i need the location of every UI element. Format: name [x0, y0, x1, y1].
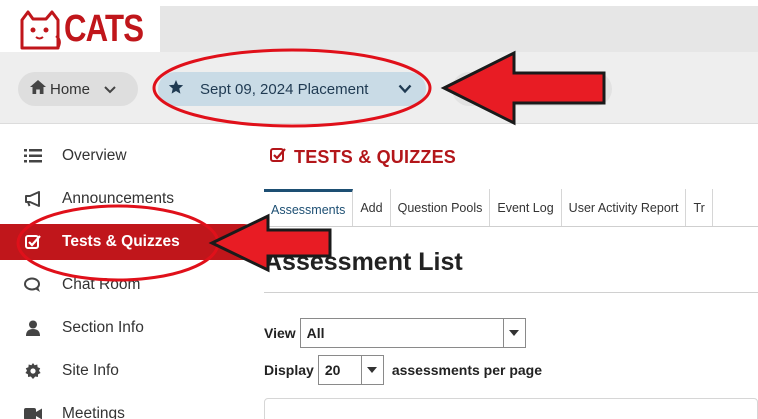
view-filter-row: View All: [264, 318, 526, 348]
current-site-button[interactable]: Sept 09, 2024 Placement: [158, 72, 426, 106]
sidebar-item-meetings[interactable]: Meetings: [0, 396, 246, 419]
tab-user-activity-report[interactable]: User Activity Report: [561, 189, 687, 226]
tool-tabs: Assessments Add Question Pools Event Log…: [264, 189, 758, 227]
tab-add[interactable]: Add: [353, 189, 391, 226]
chevron-down-icon[interactable]: [398, 81, 412, 98]
sidebar-item-label: Announcements: [62, 190, 175, 207]
home-button[interactable]: Home: [18, 72, 138, 106]
sidebar-item-label: Chat Room: [62, 276, 141, 293]
cats-logo[interactable]: CATS: [18, 6, 161, 50]
home-label: Home: [50, 80, 91, 98]
tab-event-log[interactable]: Event Log: [490, 189, 562, 226]
chat-icon: [22, 274, 44, 296]
logo-text: CATS: [64, 8, 144, 50]
gear-icon: [22, 360, 44, 382]
user-icon: [22, 317, 44, 339]
tab-question-pools[interactable]: Question Pools: [390, 189, 491, 226]
home-icon: [30, 80, 46, 98]
cat-logo-icon: [18, 10, 62, 50]
page-title: TESTS & QUIZZES: [270, 147, 456, 168]
display-count-select[interactable]: 20: [317, 355, 384, 385]
section-heading: Assessment List: [264, 248, 463, 276]
check-square-icon: [22, 231, 44, 253]
sidebar-item-tests-quizzes[interactable]: Tests & Quizzes: [0, 224, 262, 260]
assessment-list-panel: [264, 398, 758, 419]
sidebar-item-label: Site Info: [62, 362, 119, 379]
sidebar-item-label: Section Info: [62, 319, 144, 336]
star-icon: [168, 79, 184, 99]
sidebar-item-site-info[interactable]: Site Info: [0, 353, 246, 389]
caret-down-icon[interactable]: [502, 319, 525, 347]
megaphone-icon: [22, 188, 44, 210]
current-site-label: Sept 09, 2024 Placement: [200, 80, 369, 98]
tab-assessments[interactable]: Assessments: [264, 189, 354, 226]
caret-down-icon[interactable]: [360, 356, 383, 384]
display-suffix: assessments per page: [391, 362, 543, 378]
sidebar-item-overview[interactable]: Overview: [0, 138, 246, 174]
tab-truncated[interactable]: Tr: [686, 189, 713, 226]
sidebar-item-section-info[interactable]: Section Info: [0, 310, 246, 346]
chevron-down-icon[interactable]: [104, 81, 116, 98]
list-icon: [22, 145, 44, 167]
display-count-row: Display 20 assessments per page: [264, 355, 542, 385]
other-site-label: d: [583, 80, 592, 97]
display-label: Display: [264, 362, 314, 378]
view-select-value: All: [306, 325, 325, 341]
site-nav-bar: Home Sept 09, 2024 Placement d: [0, 52, 758, 124]
view-label: View: [264, 325, 296, 341]
page-title-text: TESTS & QUIZZES: [294, 147, 457, 167]
tool-menu: Overview Announcements Tests & Quizzes C…: [0, 124, 262, 419]
divider: [264, 292, 758, 293]
video-icon: [22, 403, 44, 419]
display-count-value: 20: [324, 362, 341, 378]
sidebar-item-label: Meetings: [62, 405, 125, 419]
sidebar-item-label: Overview: [62, 147, 127, 164]
view-select[interactable]: All: [299, 318, 526, 348]
sidebar-item-label: Tests & Quizzes: [62, 233, 180, 250]
sidebar-item-chat-room[interactable]: Chat Room: [0, 267, 246, 303]
check-square-icon: [270, 147, 286, 168]
sidebar-item-announcements[interactable]: Announcements: [0, 181, 246, 217]
